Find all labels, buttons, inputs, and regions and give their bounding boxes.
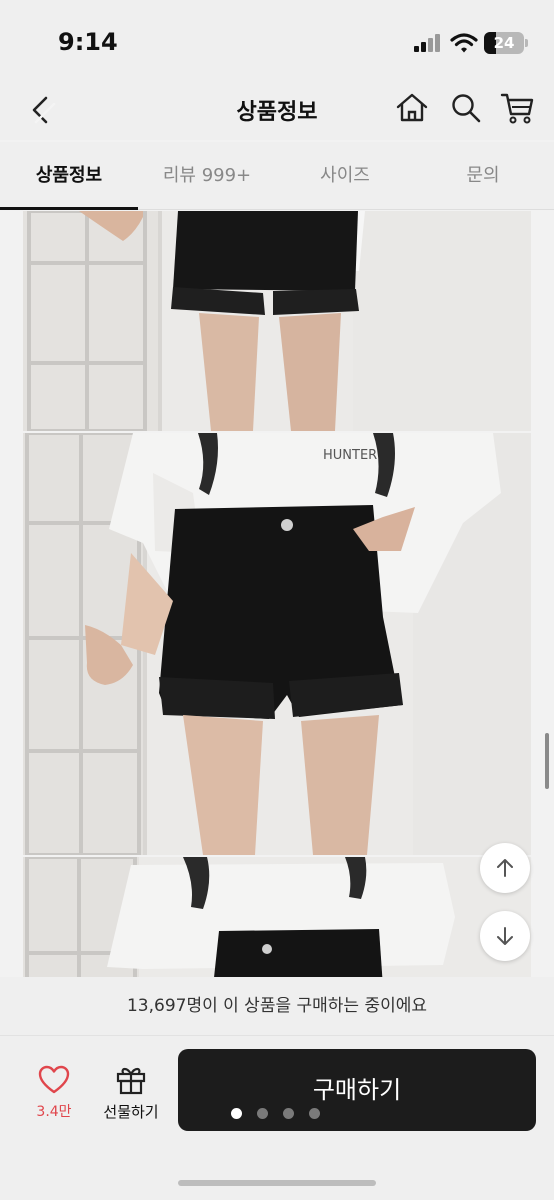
back-chevron-icon[interactable] (22, 90, 62, 130)
scroll-down-button[interactable] (480, 911, 530, 961)
wifi-icon (450, 33, 478, 53)
product-photo (23, 857, 531, 977)
page-dot (309, 1108, 320, 1119)
tab-size[interactable]: 사이즈 (276, 142, 414, 210)
product-photo (23, 211, 531, 431)
arrow-down-icon (497, 927, 513, 945)
buyers-notice: 13,697명이 이 상품을 구매하는 중이에요 (126, 996, 428, 1016)
tab-inquiry[interactable]: 문의 (414, 142, 552, 210)
product-detail-content[interactable]: HUNTER (0, 211, 554, 977)
page-dot (283, 1108, 294, 1119)
gift-icon (116, 1067, 146, 1095)
tab-indicator (0, 207, 138, 210)
like-count: 3.4만 (36, 1104, 72, 1120)
signal-icon (414, 34, 440, 52)
home-icon[interactable] (394, 90, 430, 126)
page-dot (257, 1108, 268, 1119)
divider (0, 1035, 554, 1036)
status-bar: 9:14 24 (0, 0, 554, 80)
tab-reviews[interactable]: 리뷰 999+ (138, 142, 276, 210)
product-photo: HUNTER (23, 433, 531, 855)
cart-icon[interactable] (500, 90, 536, 126)
purchase-bar: 13,697명이 이 상품을 구매하는 중이에요 3.4만 선물하기 구매하기 (0, 977, 554, 1200)
tab-bar: 상품정보 리뷰 999+ 사이즈 문의 (0, 142, 554, 210)
status-time: 9:14 (58, 28, 118, 56)
svg-text:HUNTER: HUNTER (323, 448, 377, 463)
battery-level: 24 (493, 34, 515, 52)
scrollbar-thumb[interactable] (545, 733, 549, 789)
page-dot (231, 1108, 242, 1119)
tab-product-info[interactable]: 상품정보 (0, 142, 138, 210)
like-button[interactable]: 3.4만 (26, 1065, 82, 1125)
scroll-up-button[interactable] (480, 843, 530, 893)
heart-icon (38, 1065, 70, 1094)
gift-button[interactable]: 선물하기 (96, 1065, 166, 1125)
buy-button[interactable]: 구매하기 (178, 1049, 536, 1131)
arrow-up-icon (497, 859, 513, 877)
search-icon[interactable] (448, 90, 484, 126)
app-header: 상품정보 (0, 80, 554, 140)
battery-icon: 24 (484, 32, 528, 54)
gift-label: 선물하기 (103, 1103, 159, 1121)
home-indicator (178, 1180, 376, 1186)
